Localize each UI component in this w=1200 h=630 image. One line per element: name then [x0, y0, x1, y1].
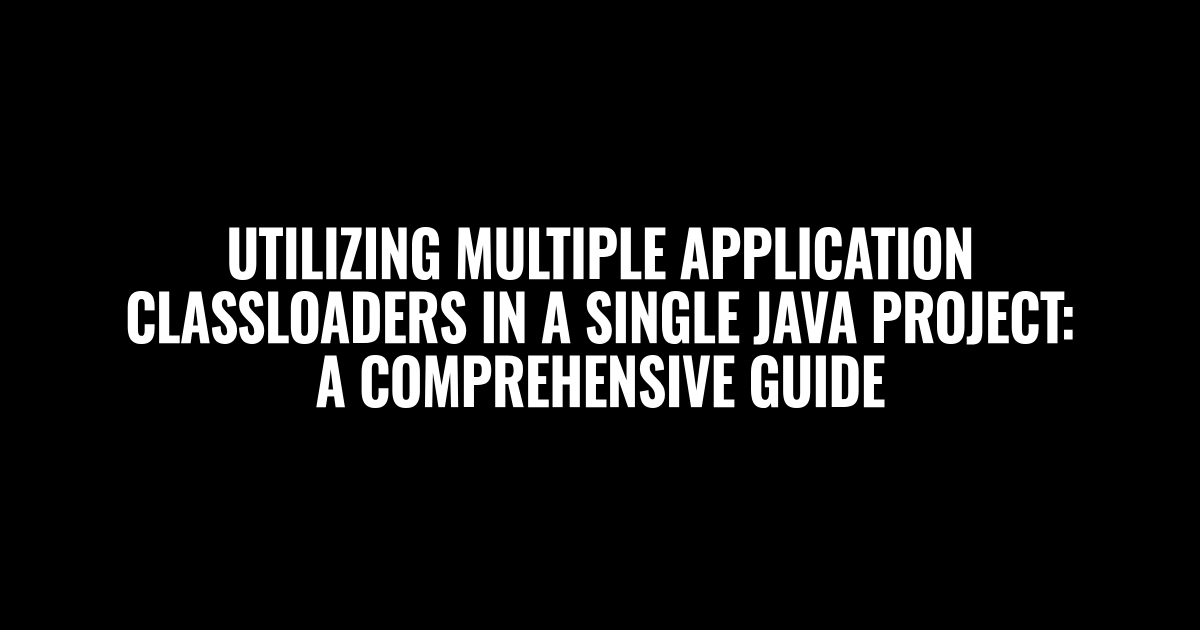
page-title: UTILIZING MULTIPLE APPLICATION CLASSLOAD…	[72, 219, 1128, 411]
